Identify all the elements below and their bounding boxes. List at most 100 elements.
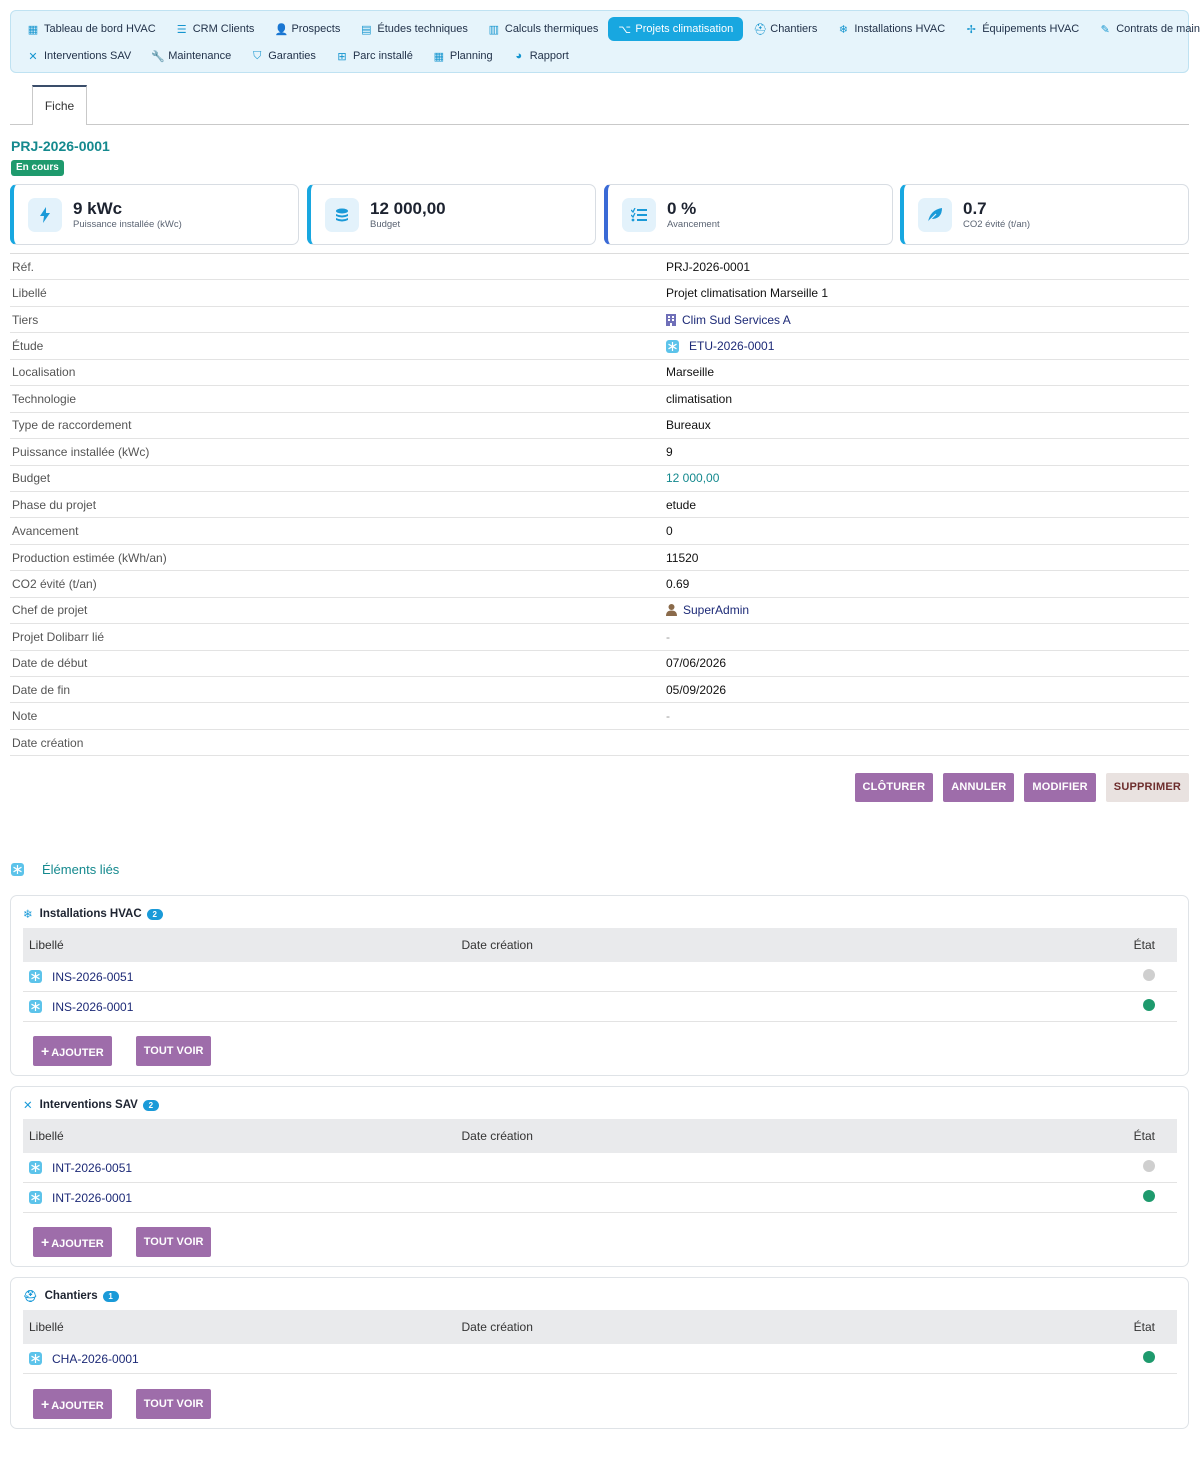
menu-item-planning[interactable]: ▦ Planning [423,44,503,68]
field-value: 05/09/2026 [666,682,727,697]
menu-item-contrats-maintenance[interactable]: ✎Contrats de maintenance [1089,17,1200,41]
tasks-icon [622,198,656,232]
snowflake-icon [29,1000,42,1013]
column-date-creation: Date création [461,938,533,952]
menu-item-calculs-thermiques[interactable]: ▥ Calculs thermiques [478,17,609,41]
menu-item-chantiers[interactable]: ⛑ Chantiers [743,17,827,41]
status-dot-icon [1143,999,1155,1011]
view-all-chantiers-button[interactable]: TOUT VOIR [135,1389,212,1419]
field-label: Date de début [12,656,88,671]
view-all-interventions-button[interactable]: TOUT VOIR [135,1227,212,1257]
table-row[interactable]: INS-2026-0001 [23,992,1177,1022]
field-value: 07/06/2026 [666,656,727,671]
menu-row-2: ✕ Interventions SAV 🔧 Maintenance ⛉ Garanti… [17,43,1182,69]
menu-item-equipements-hvac[interactable]: ✢ Équipements HVAC [955,17,1089,41]
field-value: Marseille [666,365,715,380]
annuler-button[interactable]: ANNULER [943,773,1015,802]
field-value: PRJ-2026-0001 [666,259,751,274]
record-fields: Réf. PRJ-2026-0001 Libellé Projet climatis… [10,253,1189,757]
calendar-icon: ▦ [433,50,445,63]
field-value: - [666,709,670,724]
kpi-value: 9 kWc [73,199,123,218]
add-chantier-button[interactable]: + AJOUTER [33,1389,112,1419]
field-label: Étude [12,339,44,354]
field-value: Projet climatisation Marseille 1 [666,286,829,301]
kpi-label: Avancement [667,219,720,230]
column-etat: État [1133,938,1155,952]
project-diagram-icon: ⌥ [618,23,632,36]
menu-item-maintenance[interactable]: 🔧 Maintenance [141,44,241,68]
field-value: climatisation [666,391,733,406]
chart-pie-icon: ◕ [515,50,523,62]
field-label: Production estimée (kWh/an) [12,550,167,565]
menu-item-projets-climatisation[interactable]: ⌥ Projets climatisation [608,17,744,41]
dashboard-icon: ▦ [27,23,39,36]
plus-icon: + [41,1234,50,1250]
menu-item-garanties[interactable]: ⛉ Garanties [241,44,326,68]
building-icon [666,313,676,326]
menu-item-rapport[interactable]: ◕ Rapport [503,44,579,68]
bolt-icon [28,198,62,232]
menu-item-installations-hvac[interactable]: ❄ Installations HVAC [827,17,955,41]
fan-icon: ✢ [966,23,976,36]
field-row-avancement: Avancement 0 [10,518,1189,545]
tiers-link[interactable]: Clim Sud Services A [666,313,791,327]
modifier-button[interactable]: MODIFIER [1024,773,1096,802]
row-link[interactable]: INT-2026-0001 [23,1191,462,1205]
menu-item-etudes-techniques[interactable]: ▤ Études techniques [350,17,478,41]
field-row-date-debut: Date de début 07/06/2026 [10,651,1189,677]
field-row-etude: Étude ETU-2026-0001 [10,333,1189,360]
panel-interventions-sav: ✕ Interventions SAV 2 Libellé Date créat… [10,1086,1189,1267]
panel-chantiers: ⛑ Chantiers 1 Libellé Date création État… [10,1277,1189,1429]
field-label: CO2 évité (t/an) [12,576,97,591]
kpi-value: 12 000,00 [370,199,446,218]
add-installation-button[interactable]: + AJOUTER [33,1036,112,1066]
panel-table: Libellé Date création État CHA-2026-0001 [23,1310,1177,1374]
shield-icon: ⛉ [253,49,262,62]
row-state [923,1190,1177,1205]
menu-item-parc-installe[interactable]: ⊞ Parc installé [326,44,423,68]
field-label: Chef de projet [12,603,88,618]
row-link[interactable]: INT-2026-0051 [23,1161,462,1175]
field-value: 0 [666,524,673,539]
row-link[interactable]: CHA-2026-0001 [23,1352,462,1366]
kpi-card-co2: 0.7 CO2 évité (t/an) [900,184,1189,245]
kpi-label: CO2 évité (t/an) [963,219,1031,230]
chef-projet-link[interactable]: SuperAdmin [666,603,749,617]
view-all-installations-button[interactable]: TOUT VOIR [135,1036,212,1066]
cloturer-button[interactable]: CLÔTURER [854,773,934,802]
panel-header: ✕ Interventions SAV 2 [23,1098,159,1112]
plus-icon: + [41,1396,50,1412]
field-label: Phase du projet [12,497,97,512]
column-etat: État [1133,1320,1155,1334]
supprimer-button[interactable]: SUPPRIMER [1105,773,1189,802]
menu-item-tableau-de-bord[interactable]: ▦ Tableau de bord HVAC [17,17,166,41]
list-icon: ☰ [176,23,187,36]
tools-icon: ✕ [23,1100,33,1112]
table-row[interactable]: INT-2026-0001 [23,1183,1177,1213]
column-libelle: Libellé [29,1320,64,1334]
panel-buttons: + AJOUTER TOUT VOIR [33,1227,212,1257]
menu-item-prospects[interactable]: 👤 Prospects [264,17,350,41]
contract-icon: ✎ [1100,23,1110,36]
field-value: etude [666,497,697,512]
column-date-creation: Date création [461,1129,533,1143]
page-title: PRJ-2026-0001 [11,138,110,154]
table-header: Libellé Date création État [23,1310,1177,1344]
table-row[interactable]: INS-2026-0051 [23,962,1177,992]
user-plus-icon: 👤 [274,23,289,36]
menu-item-crm-clients[interactable]: ☰ CRM Clients [166,17,265,41]
tab-fiche[interactable]: Fiche [32,85,87,125]
field-row-tiers: Tiers Clim Sud Services A [10,307,1189,334]
panel-buttons: + AJOUTER TOUT VOIR [33,1389,212,1419]
row-link[interactable]: INS-2026-0001 [23,1000,462,1014]
field-label: Libellé [12,286,47,301]
table-row[interactable]: INT-2026-0051 [23,1153,1177,1183]
table-row[interactable]: CHA-2026-0001 [23,1344,1177,1374]
field-row-date-fin: Date de fin 05/09/2026 [10,677,1189,704]
etude-link[interactable]: ETU-2026-0001 [666,339,774,353]
add-intervention-button[interactable]: + AJOUTER [33,1227,112,1257]
menu-item-interventions-sav[interactable]: ✕ Interventions SAV [17,44,141,68]
row-link[interactable]: INS-2026-0051 [23,970,462,984]
record-actions: CLÔTURER ANNULER MODIFIER SUPPRIMER [854,773,1189,802]
